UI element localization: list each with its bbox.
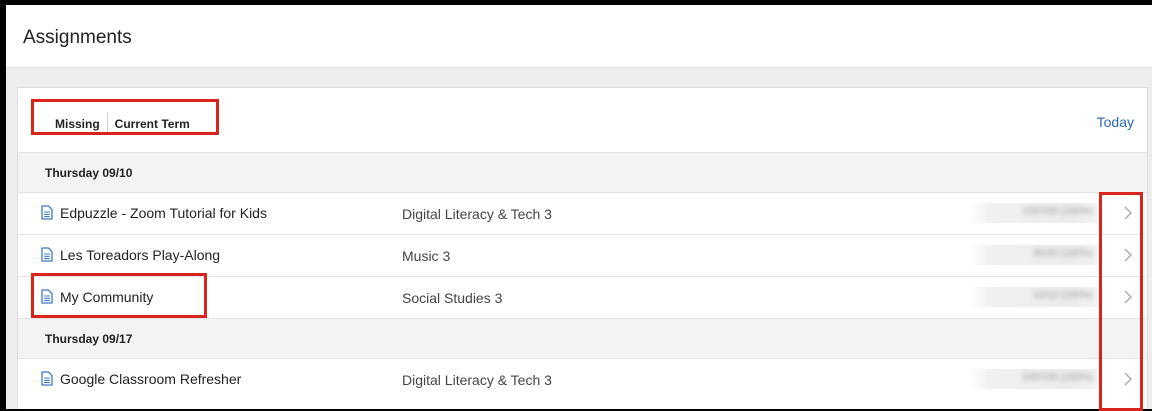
- filter-group: Missing Current Term: [44, 112, 201, 136]
- score-value: 100/100 (100%): [1021, 372, 1093, 383]
- course-name: Music 3: [402, 248, 451, 264]
- chevron-right-icon[interactable]: [1122, 246, 1134, 264]
- course-name: Digital Literacy & Tech 3: [402, 206, 552, 222]
- date-header: Thursday 09/17: [18, 318, 1147, 358]
- document-icon: [41, 289, 53, 304]
- document-icon: [41, 205, 53, 220]
- assignment-row[interactable]: Edpuzzle - Zoom Tutorial for Kids Digita…: [18, 192, 1147, 234]
- title-bar: Assignments: [6, 5, 1152, 68]
- chevron-right-icon[interactable]: [1122, 370, 1134, 388]
- document-icon: [41, 247, 53, 262]
- document-icon: [41, 371, 53, 386]
- app-window: Assignments Missing Current Term Today T…: [6, 5, 1152, 409]
- chevron-right-icon[interactable]: [1122, 288, 1134, 306]
- assignment-row[interactable]: Les Toreadors Play-Along Music 3 40/40 (…: [18, 234, 1147, 276]
- page-title: Assignments: [23, 27, 132, 48]
- assignment-name[interactable]: My Community: [60, 289, 153, 305]
- score-value: 10/10 (100%): [1032, 290, 1093, 301]
- assignment-name[interactable]: Les Toreadors Play-Along: [60, 247, 220, 263]
- missing-filter-button[interactable]: Missing: [48, 113, 107, 135]
- course-name: Digital Literacy & Tech 3: [402, 372, 552, 388]
- assignments-panel: Missing Current Term Today Thursday 09/1…: [17, 87, 1148, 409]
- date-label: Thursday 09/10: [45, 166, 133, 180]
- chevron-right-icon[interactable]: [1122, 204, 1134, 222]
- date-label: Thursday 09/17: [45, 332, 133, 346]
- assignment-name[interactable]: Google Classroom Refresher: [60, 371, 241, 387]
- toolbar: Missing Current Term Today: [18, 88, 1147, 152]
- assignment-row[interactable]: My Community Social Studies 3 10/10 (100…: [18, 276, 1147, 318]
- score-value: 100/100 (100%): [1021, 206, 1093, 217]
- today-link[interactable]: Today: [1097, 114, 1134, 130]
- date-header: Thursday 09/10: [18, 152, 1147, 192]
- assignment-row[interactable]: Google Classroom Refresher Digital Liter…: [18, 358, 1147, 400]
- assignment-name[interactable]: Edpuzzle - Zoom Tutorial for Kids: [60, 205, 267, 221]
- current-term-filter-button[interactable]: Current Term: [106, 113, 197, 135]
- score-value: 40/40 (100%): [1032, 248, 1093, 259]
- course-name: Social Studies 3: [402, 290, 503, 306]
